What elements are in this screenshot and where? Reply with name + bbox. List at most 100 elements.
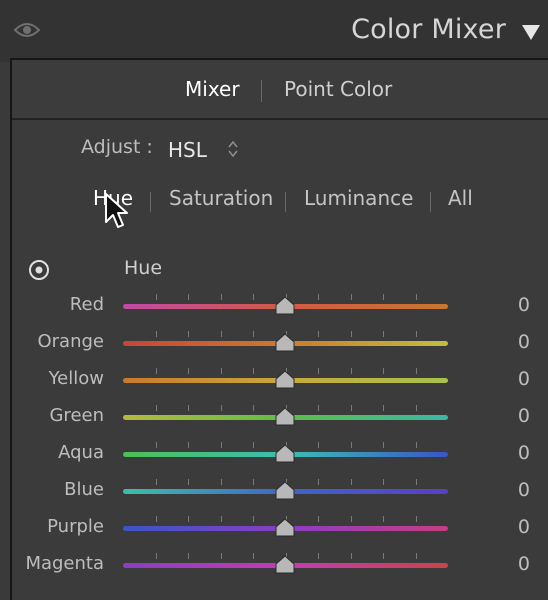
slider-tick xyxy=(188,553,189,559)
slider-tick xyxy=(415,294,417,300)
slider-tick xyxy=(155,294,157,300)
slider-tick xyxy=(350,553,352,559)
panel-header[interactable]: Color Mixer xyxy=(0,0,548,62)
slider-tick xyxy=(415,516,417,522)
slider-tick xyxy=(220,331,222,337)
slider-label-green: Green xyxy=(49,405,104,426)
tab-divider xyxy=(285,192,286,212)
slider-tick xyxy=(155,479,157,485)
slider-tick xyxy=(318,442,319,448)
slider-label-purple: Purple xyxy=(47,516,104,537)
slider-tick xyxy=(220,405,222,411)
slider-tick xyxy=(383,405,384,411)
slider-value-blue[interactable]: 0 xyxy=(498,479,530,501)
slider-tick xyxy=(350,405,352,411)
slider-tick xyxy=(318,553,319,559)
slider-thumb-red[interactable] xyxy=(274,296,296,316)
slider-tick xyxy=(220,294,222,300)
slider-tick xyxy=(318,516,319,522)
mouse-pointer-icon xyxy=(105,193,128,228)
slider-tick xyxy=(350,516,352,522)
slider-tick xyxy=(253,516,254,522)
slider-tick xyxy=(415,479,417,485)
slider-tick xyxy=(383,368,384,374)
slider-tick xyxy=(188,405,189,411)
mode-point-color[interactable]: Point Color xyxy=(284,77,392,101)
slider-tick xyxy=(155,368,157,374)
slider-label-blue: Blue xyxy=(64,479,104,500)
mode-mixer[interactable]: Mixer xyxy=(185,77,240,101)
mode-divider xyxy=(261,80,262,102)
slider-tick xyxy=(318,294,319,300)
slider-tick xyxy=(220,368,222,374)
slider-tick xyxy=(253,442,254,448)
slider-thumb-blue[interactable] xyxy=(274,481,296,501)
slider-label-aqua: Aqua xyxy=(58,442,104,463)
slider-tick xyxy=(220,442,222,448)
slider-tick xyxy=(253,479,254,485)
slider-tick xyxy=(383,442,384,448)
slider-tick xyxy=(415,442,417,448)
mode-switcher: Mixer Point Color xyxy=(12,60,548,120)
slider-tick xyxy=(188,294,189,300)
slider-tick xyxy=(155,553,157,559)
slider-tick xyxy=(155,331,157,337)
slider-tick xyxy=(188,479,189,485)
slider-label-magenta: Magenta xyxy=(25,553,104,574)
tab-divider xyxy=(430,192,431,212)
slider-tick xyxy=(188,442,189,448)
collapse-triangle-icon[interactable] xyxy=(520,22,542,42)
adjust-select[interactable]: HSL xyxy=(168,138,207,162)
slider-tick xyxy=(350,479,352,485)
adjust-label: Adjust : xyxy=(81,136,153,158)
slider-tick xyxy=(155,516,157,522)
slider-thumb-aqua[interactable] xyxy=(274,444,296,464)
tab-luminance[interactable]: Luminance xyxy=(304,186,413,210)
slider-tick xyxy=(253,553,254,559)
slider-tick xyxy=(155,405,157,411)
slider-tick xyxy=(253,331,254,337)
slider-label-orange: Orange xyxy=(37,331,104,352)
slider-tick xyxy=(220,553,222,559)
slider-tick xyxy=(383,516,384,522)
slider-tick xyxy=(318,405,319,411)
slider-value-purple[interactable]: 0 xyxy=(498,516,530,538)
slider-tick xyxy=(220,516,222,522)
slider-tick xyxy=(383,294,384,300)
target-adjustment-icon[interactable] xyxy=(28,259,50,281)
slider-thumb-yellow[interactable] xyxy=(274,370,296,390)
slider-label-yellow: Yellow xyxy=(48,368,104,389)
tab-saturation[interactable]: Saturation xyxy=(169,186,273,210)
tab-all[interactable]: All xyxy=(448,186,473,210)
slider-thumb-green[interactable] xyxy=(274,407,296,427)
slider-value-yellow[interactable]: 0 xyxy=(498,368,530,390)
slider-value-aqua[interactable]: 0 xyxy=(498,442,530,464)
slider-label-red: Red xyxy=(69,294,104,315)
panel-title: Color Mixer xyxy=(351,14,506,45)
slider-tick xyxy=(350,331,352,337)
slider-tick xyxy=(220,479,222,485)
slider-tick xyxy=(350,368,352,374)
slider-tick xyxy=(415,368,417,374)
slider-thumb-orange[interactable] xyxy=(274,333,296,353)
slider-tick xyxy=(253,294,254,300)
slider-tick xyxy=(188,516,189,522)
slider-value-red[interactable]: 0 xyxy=(498,294,530,316)
slider-value-green[interactable]: 0 xyxy=(498,405,530,427)
slider-tick xyxy=(318,331,319,337)
slider-tick xyxy=(318,368,319,374)
slider-tick xyxy=(155,442,157,448)
slider-thumb-magenta[interactable] xyxy=(274,555,296,575)
eye-icon[interactable] xyxy=(14,20,40,40)
updown-arrows-icon[interactable] xyxy=(228,141,238,157)
slider-tick xyxy=(415,405,417,411)
slider-tick xyxy=(188,368,189,374)
slider-thumb-purple[interactable] xyxy=(274,518,296,538)
slider-tick xyxy=(318,479,319,485)
slider-tick xyxy=(253,405,254,411)
slider-tick xyxy=(188,331,189,337)
slider-value-orange[interactable]: 0 xyxy=(498,331,530,353)
slider-value-magenta[interactable]: 0 xyxy=(498,553,530,575)
tab-divider xyxy=(150,192,151,212)
section-label: Hue xyxy=(124,257,163,279)
